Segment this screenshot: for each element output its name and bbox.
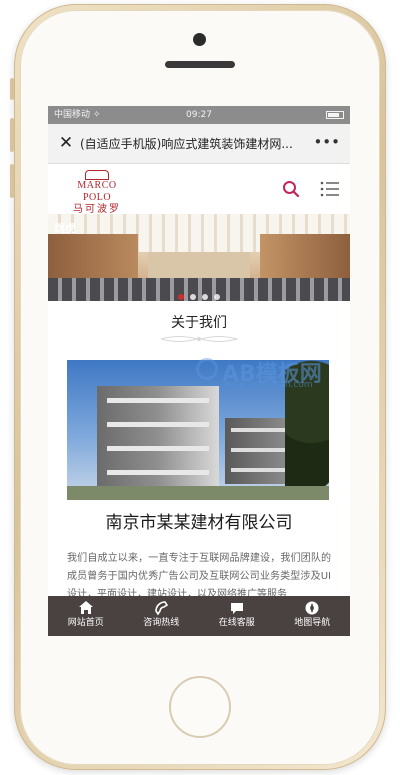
carousel-dots [48,294,350,300]
browser-title-bar: ✕ (自适应手机版)响应式建筑装饰建材网... ••• [48,124,350,164]
site-header: MARCO POLO 马可波罗 [48,164,350,215]
page-title: (自适应手机版)响应式建筑装饰建材网... [80,137,293,151]
nav-item-hotline[interactable]: 咨询热线 [124,596,200,636]
window-band [107,446,209,451]
hero-banner[interactable]: 瑞虎 [48,214,350,301]
volume-down-button [10,164,14,198]
ground [67,486,329,500]
nav-label: 网站首页 [67,618,104,628]
bottom-nav: 网站首页 咨询热线 在线客服 地图导航 [48,596,350,636]
status-bar: 中国移动 ✧ 09:27 [48,106,350,124]
window-band [107,398,209,403]
close-icon[interactable]: ✕ [56,133,76,153]
more-options-icon[interactable]: ••• [313,133,340,151]
carousel-dot[interactable] [214,294,220,300]
window-band [107,422,209,427]
phone-screen: 中国移动 ✧ 09:27 ✕ (自适应手机版)响应式建筑装饰建材网... •••… [48,106,350,636]
nav-item-map[interactable]: 地图导航 [275,596,351,636]
company-name: 南京市某某建材有限公司 [105,513,293,533]
volume-up-button [10,118,14,152]
ornament-divider [160,336,239,342]
clock: 09:27 [186,110,212,120]
chat-icon [230,603,243,614]
nav-label: 在线客服 [218,618,255,628]
logo-crest [85,170,109,180]
nav-item-service[interactable]: 在线客服 [199,596,275,636]
phone-icon [155,601,169,616]
brand-logo[interactable]: MARCO POLO 马可波罗 [62,170,132,215]
nav-item-home[interactable]: 网站首页 [48,596,124,636]
carousel-dot[interactable] [178,294,184,300]
nav-label: 地图导航 [294,618,331,628]
home-button[interactable] [169,676,231,738]
watermark: AB模板网 www.admoban.com [196,356,350,406]
carousel-dot[interactable] [202,294,208,300]
nav-label: 咨询热线 [143,618,180,628]
watermark-mark [196,358,218,380]
compass-icon [305,601,319,615]
search-icon[interactable] [282,180,300,198]
logo-text: MARCO POLO [77,180,117,203]
phone-device: 中国移动 ✧ 09:27 ✕ (自适应手机版)响应式建筑装饰建材网... •••… [0,0,400,775]
carousel-dot[interactable] [190,294,196,300]
battery-icon [326,111,344,119]
earpiece-speaker [165,61,235,68]
window-band [107,470,209,475]
banner-tag: 瑞虎 [54,222,76,235]
watermark-url: www.admoban.com [224,380,313,390]
front-camera [193,33,206,46]
mute-switch [10,78,14,100]
menu-icon[interactable] [320,180,340,198]
section-title: 关于我们 [171,315,227,331]
home-icon [78,601,93,614]
